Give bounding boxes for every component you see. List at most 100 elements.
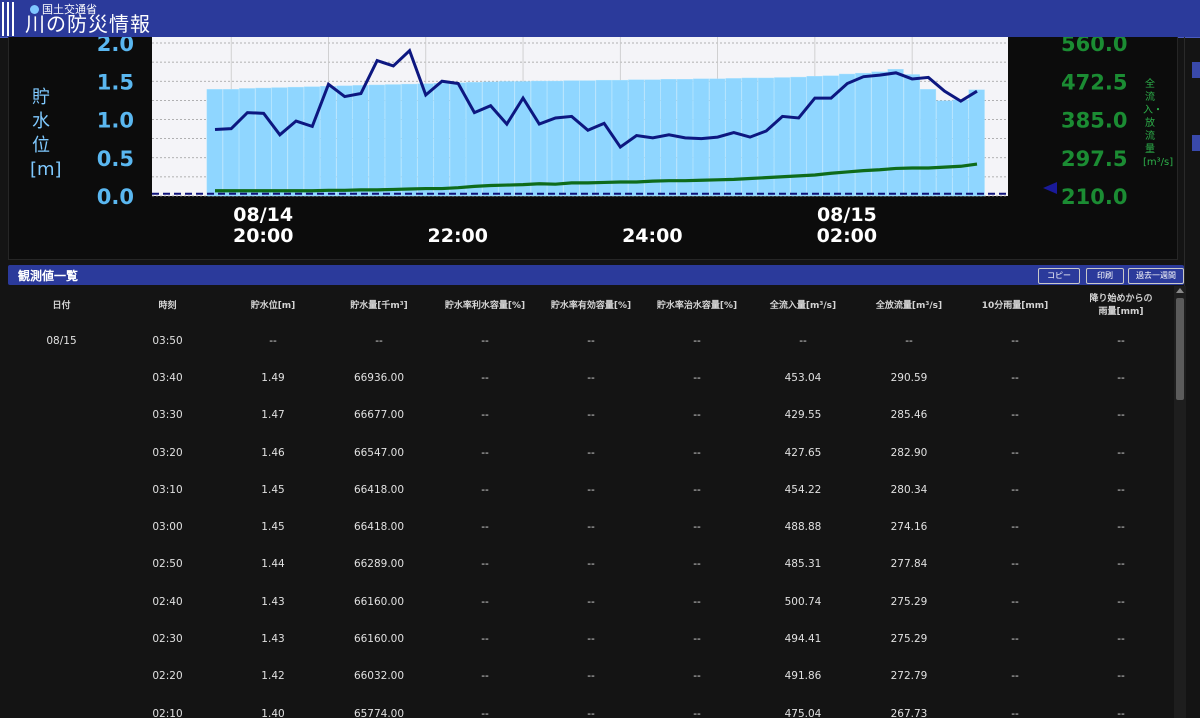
table-cell: 02:30 bbox=[152, 633, 183, 646]
app-title[interactable]: 川の防災情報 bbox=[25, 12, 151, 36]
table-cell: 272.79 bbox=[890, 670, 928, 683]
table-cell: -- bbox=[587, 595, 595, 608]
table-row: 03:20 1.46 66547.00 -- -- -- 427.65 282.90 -- -- bbox=[8, 434, 1174, 471]
table-scrollbar[interactable] bbox=[1174, 286, 1186, 718]
table-cell: -- bbox=[1011, 409, 1019, 422]
table-cell: 02:20 bbox=[152, 670, 183, 683]
table-cell: -- bbox=[1117, 446, 1125, 459]
left-tick-label: 1.0 bbox=[97, 109, 134, 133]
inflow-bar bbox=[239, 88, 256, 197]
inflow-bar bbox=[417, 83, 434, 197]
table-cell: -- bbox=[693, 446, 701, 459]
inflow-bar bbox=[206, 89, 223, 197]
table-cell: 485.31 bbox=[784, 558, 822, 571]
column-header: 貯水率治水容量[%] bbox=[656, 300, 738, 311]
table-cell: -- bbox=[1117, 371, 1125, 384]
table-cell: -- bbox=[1011, 707, 1019, 718]
table-cell bbox=[8, 397, 115, 434]
table-cell: -- bbox=[481, 670, 489, 683]
column-header: 日付 bbox=[52, 300, 71, 311]
left-tick-label: 1.5 bbox=[97, 70, 134, 94]
inflow-bar bbox=[482, 81, 499, 197]
inflow-bar bbox=[887, 69, 904, 197]
table-cell: -- bbox=[481, 371, 489, 384]
print-button[interactable]: 印刷 bbox=[1086, 268, 1124, 284]
table-cell: 488.88 bbox=[784, 521, 822, 534]
inflow-bar bbox=[660, 79, 677, 197]
table-cell: -- bbox=[481, 409, 489, 422]
inflow-bar bbox=[855, 72, 872, 197]
table-row: 03:30 1.47 66677.00 -- -- -- 429.55 285.46 -- -- bbox=[8, 397, 1174, 434]
inflow-bar bbox=[903, 74, 920, 197]
inflow-bar bbox=[579, 80, 596, 197]
past-week-button[interactable]: 過去一週間 bbox=[1128, 268, 1184, 284]
column-header: 貯水率有効容量[%] bbox=[550, 300, 632, 311]
logo-icon bbox=[2, 2, 16, 36]
inflow-bar bbox=[401, 83, 418, 197]
table-cell bbox=[8, 620, 115, 657]
table-cell bbox=[8, 434, 115, 471]
table-cell: -- bbox=[905, 334, 913, 347]
table-cell: -- bbox=[269, 334, 277, 347]
table-cell: -- bbox=[693, 334, 701, 347]
left-axis-title: 貯水位[m] bbox=[30, 87, 62, 180]
table-cell: 1.40 bbox=[261, 707, 285, 718]
x-tick-time: 24:00 bbox=[622, 225, 682, 247]
scroll-thumb[interactable] bbox=[1176, 298, 1184, 400]
current-level-marker-icon bbox=[1043, 182, 1057, 194]
side-tab-2[interactable] bbox=[1192, 135, 1200, 151]
x-tick-date: 08/14 bbox=[233, 204, 293, 226]
table-cell bbox=[8, 583, 115, 620]
observation-table: 日付 時刻 貯水位[m] 貯水量[千m³] 貯水率利水容量[%] 貯水率有効容量[%] 貯水… bbox=[8, 286, 1174, 718]
column-header: 降り始めからの雨量[mm] bbox=[1089, 294, 1153, 317]
column-header: 10分雨量[mm] bbox=[981, 300, 1049, 311]
right-axis-title: 全流入・放流量[m³/s] bbox=[1143, 79, 1173, 168]
table-row: 03:10 1.45 66418.00 -- -- -- 454.22 280.34 -- -- bbox=[8, 471, 1174, 508]
table-cell: -- bbox=[693, 670, 701, 683]
table-cell: -- bbox=[375, 334, 383, 347]
copy-button[interactable]: コピー bbox=[1038, 268, 1080, 284]
right-tick-label: 385.0 bbox=[1061, 109, 1127, 133]
table-cell: 66677.00 bbox=[353, 409, 405, 422]
table-cell: 03:10 bbox=[152, 483, 183, 496]
table-cell: -- bbox=[587, 446, 595, 459]
table-cell: 02:10 bbox=[152, 707, 183, 718]
table-cell: -- bbox=[1117, 633, 1125, 646]
table-cell: 66289.00 bbox=[353, 558, 405, 571]
table-cell: 66160.00 bbox=[353, 633, 405, 646]
inflow-bar bbox=[498, 81, 515, 197]
table-cell: -- bbox=[1011, 558, 1019, 571]
inflow-bar bbox=[968, 89, 985, 197]
right-tick-label: 472.5 bbox=[1061, 70, 1127, 94]
table-cell: -- bbox=[693, 595, 701, 608]
table-cell: 02:40 bbox=[152, 595, 183, 608]
table-cell: 1.44 bbox=[261, 558, 285, 571]
table-cell: 03:50 bbox=[152, 334, 183, 347]
inflow-bar bbox=[303, 86, 320, 197]
table-cell: -- bbox=[1117, 521, 1125, 534]
table-cell: -- bbox=[1011, 371, 1019, 384]
table-cell: -- bbox=[1011, 483, 1019, 496]
table-cell: 277.84 bbox=[890, 558, 928, 571]
inflow-bar bbox=[433, 83, 450, 197]
table-cell bbox=[8, 695, 115, 718]
table-cell: -- bbox=[1117, 558, 1125, 571]
scroll-up-icon[interactable] bbox=[1176, 288, 1184, 293]
table-header-row: 日付 時刻 貯水位[m] 貯水量[千m³] 貯水率利水容量[%] 貯水率有効容量[%] 貯水… bbox=[8, 286, 1174, 322]
table-cell: 08/15 bbox=[46, 334, 77, 347]
table-cell: 267.73 bbox=[890, 707, 928, 718]
table-cell: -- bbox=[693, 558, 701, 571]
table-cell: -- bbox=[587, 558, 595, 571]
table-cell: 429.55 bbox=[784, 409, 822, 422]
table-cell: 1.45 bbox=[261, 483, 285, 496]
side-tab-1[interactable] bbox=[1192, 62, 1200, 78]
table-cell: 1.46 bbox=[261, 446, 285, 459]
table-cell: 275.29 bbox=[890, 595, 928, 608]
right-tick-label: 297.5 bbox=[1061, 147, 1127, 171]
inflow-bar bbox=[530, 80, 547, 197]
table-cell: 66547.00 bbox=[353, 446, 405, 459]
table-cell: 03:20 bbox=[152, 446, 183, 459]
inflow-bar bbox=[563, 80, 580, 197]
table-cell: -- bbox=[693, 521, 701, 534]
inflow-bar bbox=[222, 89, 239, 197]
